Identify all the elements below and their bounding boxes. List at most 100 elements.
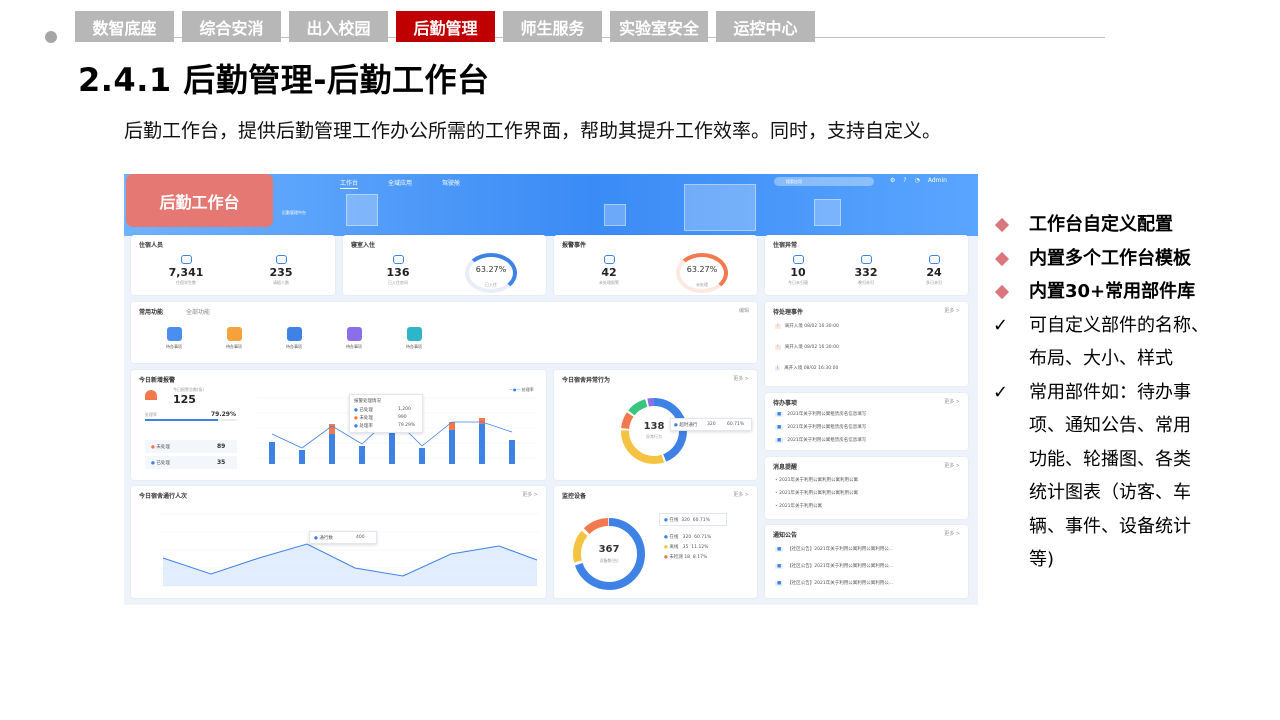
more-link[interactable]: 更多 >	[944, 530, 960, 537]
more-link[interactable]: 更多 >	[944, 398, 960, 405]
function-item[interactable]: 待办事项	[274, 327, 314, 350]
tab-ops-center[interactable]: 运控中心	[716, 11, 815, 42]
card-title: 今日新增报警	[139, 377, 176, 384]
function-item[interactable]: 待办事项	[154, 327, 194, 350]
tab-campus-access[interactable]: 出入校园	[289, 11, 388, 42]
check-icon: ✓	[993, 381, 1009, 403]
feature-text: 项、通知公告、常用	[1029, 415, 1191, 436]
more-link[interactable]: 更多 >	[944, 462, 960, 469]
tooltip-value: 320	[707, 422, 716, 427]
function-item[interactable]: 待办事项	[394, 327, 434, 350]
stat-value: 42	[601, 266, 617, 279]
tooltip-row: ● 超时通行	[674, 423, 698, 428]
ring-label: 已入住	[485, 282, 497, 287]
event-row[interactable]: ! 离开入境 08/02 16:30:00	[775, 344, 839, 350]
card-title: 今日宿舍异常行为	[562, 377, 611, 384]
traffic-tooltip: ● 通行数 400	[309, 531, 377, 544]
bullet-dot	[45, 31, 57, 43]
message-row[interactable]: • 2021年关于利用公寓利用公寓利用公寓	[775, 490, 858, 496]
notice-row[interactable]: ■ 【社区公告】2021年关于利用公寓利用公寓利用公...	[775, 546, 893, 552]
stat-label: 住宿学生数	[176, 280, 196, 285]
stat-leave: 235 请假人数	[256, 255, 306, 286]
card-title: 常用功能	[139, 309, 164, 316]
tab-security[interactable]: 综合安消	[182, 11, 281, 42]
notice-row[interactable]: ■ 【社区公告】2021年关于利用公寓利用公寓利用公...	[775, 563, 893, 569]
more-link[interactable]: 更多 >	[522, 491, 538, 498]
tab-logistics[interactable]: 后勤管理	[396, 11, 495, 42]
tooltip-value: 400	[356, 535, 365, 540]
bar-handled	[269, 442, 275, 464]
tooltip-row: ● 通行数	[314, 536, 333, 541]
stat-abnormal-3: 24 多日未归	[909, 255, 959, 286]
more-link[interactable]: 更多 >	[944, 307, 960, 314]
more-link[interactable]: 更多 >	[733, 375, 749, 382]
tab-lab-safety[interactable]: 实验室安全	[610, 11, 708, 42]
notice-row[interactable]: ■ 【社区公告】2021年关于利用公寓利用公寓利用公...	[775, 580, 893, 586]
tab-services[interactable]: 师生服务	[503, 11, 602, 42]
user-name[interactable]: Admin	[928, 177, 947, 184]
residents-card: 住宿人员 7,341 住宿学生数 235 请假人数	[131, 235, 335, 295]
stat-value: 235	[269, 266, 293, 279]
tab-data-base[interactable]: 数智底座	[75, 11, 174, 42]
building-illustration	[346, 194, 378, 226]
card-title: 消息提醒	[773, 464, 798, 471]
bar-handled	[329, 434, 335, 464]
message-row[interactable]: • 2021年关于利用公寓	[775, 503, 822, 509]
ring-value: 63.27%	[475, 265, 507, 274]
stat-value: 136	[386, 266, 410, 279]
alarm-icon	[603, 255, 615, 264]
check-icon: ✓	[993, 314, 1009, 336]
more-link[interactable]: 更多 >	[733, 491, 749, 498]
todo-row[interactable]: ■ 2021年关于利用公寓租赁房名信息填写	[775, 437, 866, 443]
settings-icon[interactable]: ⚙	[890, 177, 895, 184]
traffic-line-chart	[159, 513, 539, 587]
monitor-legend-row: ● 离线 35 11.12%	[664, 545, 709, 550]
card-title: 报警事件	[562, 242, 587, 249]
diamond-bullet-icon	[993, 275, 1010, 309]
functions-card: 常用功能 全部功能 编辑 待办事项 待办事项 待办事项 待办事项 待办事项	[131, 302, 757, 363]
feature-text: 内置30+常用部件库	[1029, 281, 1196, 302]
notice-card: 通知公告 更多 > ■ 【社区公告】2021年关于利用公寓利用公寓利用公... ■…	[765, 525, 968, 598]
workbench-search[interactable]: 搜索应用	[774, 177, 874, 186]
event-row[interactable]: i 离开入境 08/02 16:30:00	[775, 365, 838, 371]
edit-link[interactable]: 编辑	[739, 307, 749, 314]
card-icon	[860, 255, 872, 264]
ring-label: 未处理	[696, 282, 708, 287]
tooltip-row: ● 未处理	[354, 416, 373, 421]
stat-residents: 7,341 住宿学生数	[161, 255, 211, 286]
function-item[interactable]: 待办事项	[334, 327, 374, 350]
building-illustration	[814, 199, 841, 226]
feature-text: 可自定义部件的名称、	[1029, 314, 1209, 336]
building-illustration	[604, 204, 626, 226]
help-icon[interactable]: ?	[903, 177, 906, 184]
function-item[interactable]: 待办事项	[214, 327, 254, 350]
diamond-bullet-icon	[993, 242, 1010, 276]
feature-text: 等)	[1029, 549, 1055, 570]
feature-text: 辆、事件、设备统计	[1029, 515, 1191, 537]
topnav-workbench[interactable]: 工作台	[340, 178, 359, 189]
todo-row[interactable]: ■ 2021年关于利用公寓租赁房名信息填写	[775, 411, 866, 417]
todo-row[interactable]: ■ 2021年关于利用公寓租赁房名信息填写	[775, 424, 866, 430]
chart-tooltip: 报警处理情况 ● 已处理 1,200 ● 未处理 990 ● 处理率 79.29…	[349, 394, 423, 433]
tooltip-title: 报警处理情况	[354, 399, 381, 404]
card-title: 待处理事件	[773, 309, 804, 316]
tab-all-functions[interactable]: 全部功能	[186, 307, 210, 316]
stat-value: 10	[790, 266, 806, 279]
tooltip-value: 1,200	[398, 407, 411, 412]
function-icon	[226, 327, 242, 341]
traffic-card: 今日宿舍通行人次 更多 > ● 通行数 400	[131, 486, 546, 598]
banner-icons: ⚙ ? ◔ Admin	[890, 177, 947, 184]
people-icon	[275, 255, 287, 264]
topnav-cockpit[interactable]: 驾驶舱	[442, 178, 460, 189]
stat-abnormal-1: 10 今日未归寝	[773, 255, 823, 286]
stat-value: 332	[854, 266, 878, 279]
bell-icon[interactable]: ◔	[915, 177, 920, 184]
event-row[interactable]: ! 离开入境 08/02 16:30:00	[775, 323, 839, 329]
page-title: 2.4.1 后勤管理-后勤工作台	[78, 61, 490, 99]
function-icon	[166, 327, 182, 341]
top-nav-tabs: 数智底座 综合安消 出入校园 后勤管理 师生服务 实验室安全 运控中心	[75, 11, 815, 42]
message-row[interactable]: • 2021年关于利用公寓利用公寓利用公寓	[775, 477, 858, 483]
stat-label: 多日未归	[926, 280, 942, 285]
rate-track	[145, 419, 237, 421]
topnav-apps[interactable]: 全域应用	[388, 178, 412, 189]
